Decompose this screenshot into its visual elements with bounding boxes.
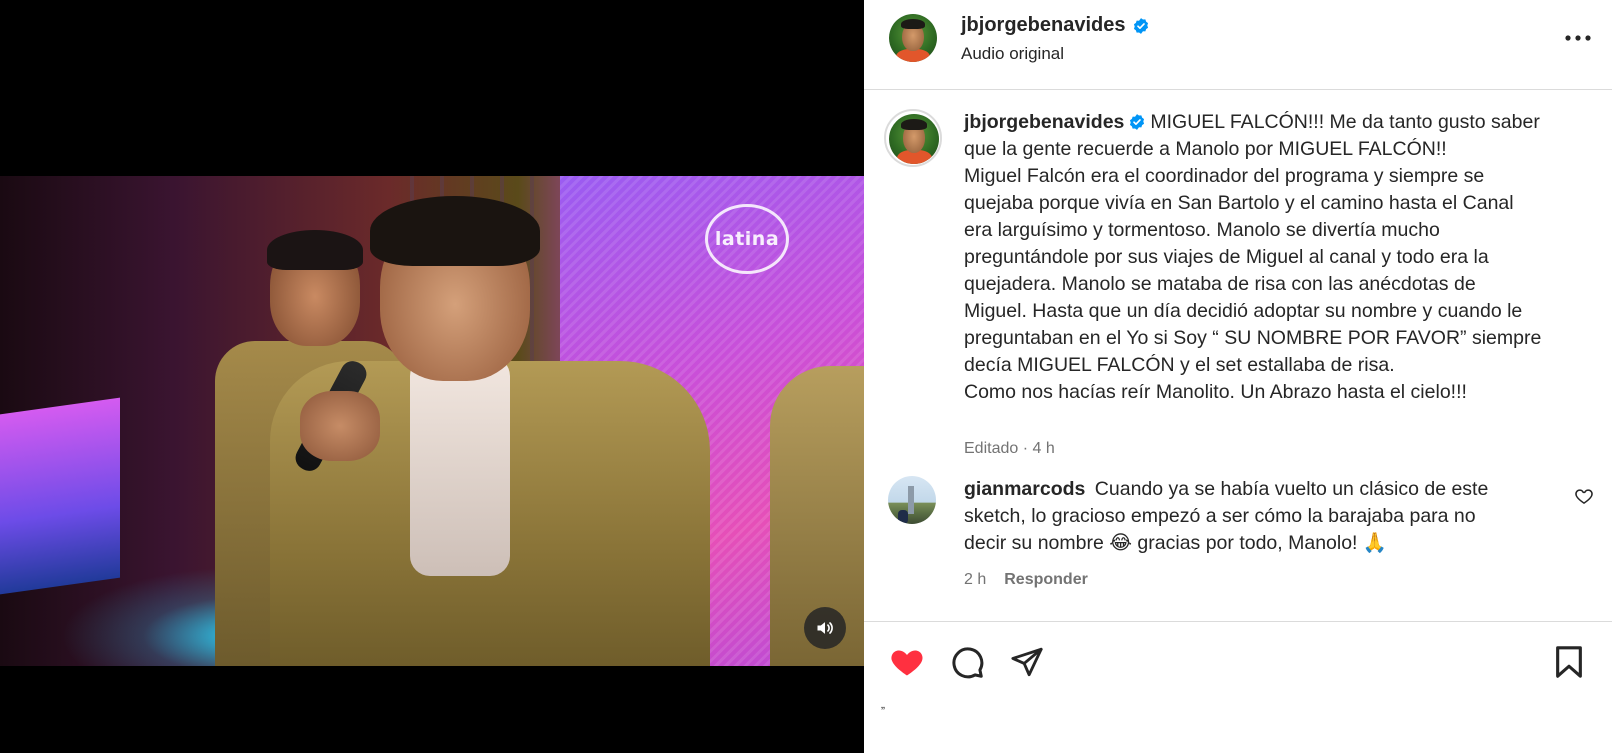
share-button[interactable] xyxy=(1006,641,1048,683)
commenter-username[interactable]: gianmarcods xyxy=(964,478,1085,500)
comments-section[interactable]: jbjorgebenavides MIGUEL FALCÓN!!! Me da t… xyxy=(864,91,1612,621)
comment-bubble-icon xyxy=(952,647,984,679)
bookmark-icon xyxy=(1556,646,1582,678)
post-header: jbjorgebenavides Audio original xyxy=(864,0,1612,90)
post-media[interactable]: latina xyxy=(0,0,864,753)
comment-time: 2 h xyxy=(964,571,987,588)
caption-text: jbjorgebenavides MIGUEL FALCÓN!!! Me da t… xyxy=(964,109,1584,406)
channel-logo: latina xyxy=(705,204,789,274)
comment-button[interactable] xyxy=(946,641,988,683)
sound-toggle-button[interactable] xyxy=(804,607,846,649)
heart-filled-icon xyxy=(891,650,923,676)
comment-line-text: Cuando ya se había vuelto un clásico de … xyxy=(1094,478,1489,500)
caption-line-text: MIGUEL FALCÓN!!! Me da tanto gusto saber xyxy=(1150,111,1540,133)
heart-outline-icon xyxy=(1575,489,1593,504)
stage-light xyxy=(0,397,120,595)
speaker-icon xyxy=(817,622,833,634)
main-performer xyxy=(270,186,710,666)
caption-line: que la gente recuerde a Manolo por MIGUE… xyxy=(964,138,1447,160)
reply-button[interactable]: Responder xyxy=(1004,571,1088,589)
author-avatar[interactable] xyxy=(889,14,937,62)
caption-line: decía MIGUEL FALCÓN y el set estallaba d… xyxy=(964,354,1395,376)
caption-username[interactable]: jbjorgebenavides xyxy=(964,111,1124,133)
comment-text: gianmarcods Cuando ya se había vuelto un… xyxy=(964,476,1554,557)
caption-avatar[interactable] xyxy=(889,114,939,164)
verified-badge-icon xyxy=(1133,17,1148,34)
caption-meta: Editado · 4 h xyxy=(964,440,1055,457)
more-options-icon xyxy=(1565,35,1591,41)
caption-line: preguntándole por sus viajes de Miguel a… xyxy=(964,246,1489,268)
author-username[interactable]: jbjorgebenavides xyxy=(961,14,1126,37)
video-player[interactable]: latina xyxy=(0,176,864,666)
comment-meta: 2 h Responder xyxy=(964,571,1088,589)
caption-line: Miguel Falcón era el coordinador del pro… xyxy=(964,165,1485,187)
like-button[interactable] xyxy=(886,641,928,683)
caption-line: preguntaban en el Yo si Soy “ SU NOMBRE … xyxy=(964,327,1542,349)
audio-label[interactable]: Audio original xyxy=(961,44,1064,64)
post-details-panel: jbjorgebenavides Audio original jbjorgeb… xyxy=(864,0,1612,753)
caption-line: quejaba porque vivía en San Bartolo y el… xyxy=(964,192,1514,214)
likes-placeholder: „ xyxy=(881,697,885,711)
caption-avatar-ring[interactable] xyxy=(884,109,942,167)
save-button[interactable] xyxy=(1548,641,1590,683)
more-options-button[interactable] xyxy=(1558,24,1598,52)
comment-like-button[interactable] xyxy=(1574,486,1594,506)
comment-line: sketch, lo gracioso empezó a ser cómo la… xyxy=(964,505,1476,527)
verified-badge-icon xyxy=(1130,114,1145,130)
caption-line: quejadera. Manolo se mataba de risa con … xyxy=(964,273,1476,295)
caption-line: era larguísimo y tormentoso. Manolo se d… xyxy=(964,219,1440,241)
caption-line: Como nos hacías reír Manolito. Un Abrazo… xyxy=(964,381,1467,403)
author-username-row[interactable]: jbjorgebenavides xyxy=(961,14,1150,37)
commenter-avatar[interactable] xyxy=(888,476,936,524)
caption-line: Miguel. Hasta que un día decidió adoptar… xyxy=(964,300,1523,322)
comment-line: gianmarcods Cuando ya se había vuelto un… xyxy=(964,476,1554,503)
action-bar: „ xyxy=(864,621,1612,753)
comment-line: decir su nombre 😂 gracias por todo, Mano… xyxy=(964,532,1388,554)
paper-plane-icon xyxy=(1011,647,1043,677)
caption-line: jbjorgebenavides MIGUEL FALCÓN!!! Me da t… xyxy=(964,109,1584,136)
